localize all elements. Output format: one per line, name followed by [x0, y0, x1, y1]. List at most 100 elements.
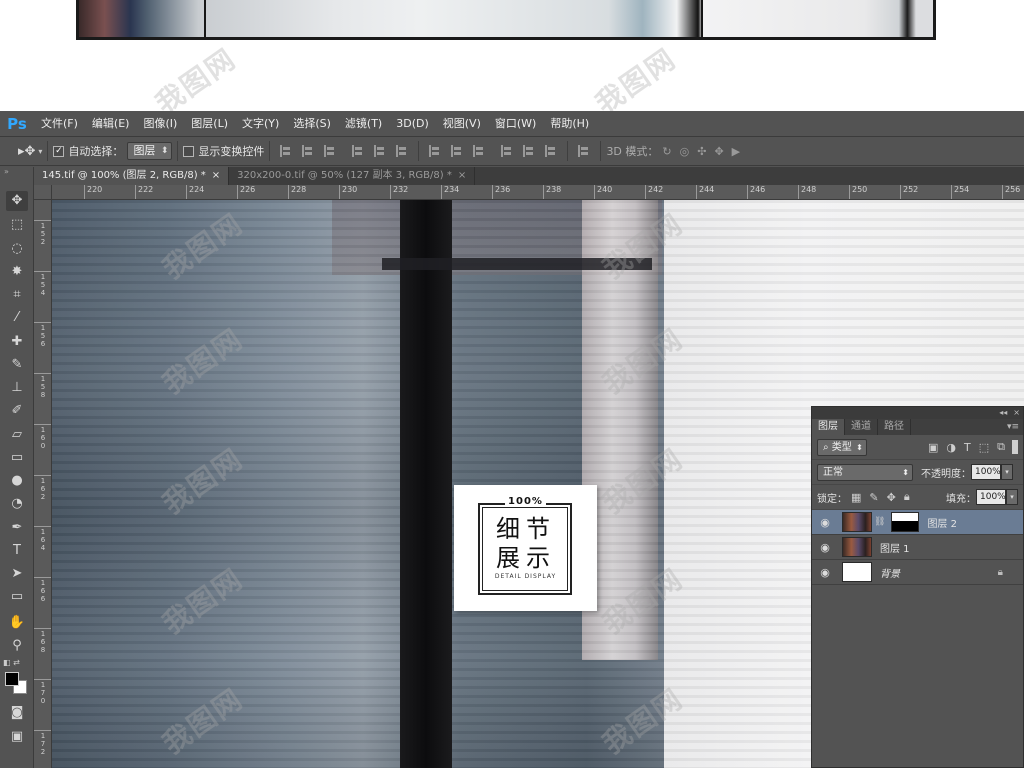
- lock-position-icon[interactable]: ✥: [887, 491, 896, 504]
- visibility-eye-icon[interactable]: ◉: [812, 566, 838, 579]
- horizontal-ruler[interactable]: 220 222 224 226 228 230 232 234 236 238 240 242 244 2…: [52, 185, 1024, 200]
- tab-channels[interactable]: 通道: [845, 419, 878, 435]
- hand-tool-icon[interactable]: ✋: [6, 613, 28, 633]
- roll-3d-icon[interactable]: ◎: [680, 145, 690, 158]
- move-tool-icon[interactable]: ✥: [6, 191, 28, 211]
- distribute-left-icon[interactable]: [501, 145, 513, 157]
- filter-type-icon[interactable]: T: [964, 441, 971, 454]
- menu-file[interactable]: 文件(F): [34, 111, 85, 136]
- filter-toggle[interactable]: [1012, 440, 1018, 454]
- move-tool-preset-icon[interactable]: ▸✥: [18, 144, 35, 159]
- layer-row-background[interactable]: ◉ 背景 🔒︎: [812, 560, 1023, 585]
- tab-paths[interactable]: 路径: [878, 419, 911, 435]
- lasso-tool-icon[interactable]: ◌: [6, 239, 28, 259]
- opacity-dropdown[interactable]: ▾: [1001, 464, 1013, 480]
- align-bottom-icon[interactable]: [324, 145, 336, 157]
- menu-window[interactable]: 窗口(W): [488, 111, 543, 136]
- layer-mask-thumbnail[interactable]: [891, 512, 920, 532]
- path-selection-tool-icon[interactable]: ➤: [6, 564, 28, 584]
- menu-layer[interactable]: 图层(L): [184, 111, 235, 136]
- collapse-icon[interactable]: »: [4, 167, 9, 176]
- menu-view[interactable]: 视图(V): [436, 111, 488, 136]
- distribute-right-icon[interactable]: [545, 145, 557, 157]
- menu-edit[interactable]: 编辑(E): [85, 111, 137, 136]
- layer-name[interactable]: 背景: [880, 565, 900, 580]
- auto-select-dropdown[interactable]: 图层: [127, 142, 173, 160]
- eyedropper-tool-icon[interactable]: ⁄: [6, 308, 28, 328]
- layer-name[interactable]: 图层 2: [927, 515, 957, 530]
- eraser-tool-icon[interactable]: ▱: [6, 425, 28, 445]
- rectangle-tool-icon[interactable]: ▭: [6, 587, 28, 607]
- align-right-icon[interactable]: [396, 145, 408, 157]
- fill-field[interactable]: 100%: [976, 489, 1006, 505]
- magic-wand-tool-icon[interactable]: ✸: [6, 262, 28, 282]
- layer-filter-dropdown[interactable]: ⌕ 类型: [817, 438, 867, 456]
- pen-tool-icon[interactable]: ✒: [6, 518, 28, 538]
- align-hcenter-icon[interactable]: [374, 145, 386, 157]
- filter-smart-object-icon[interactable]: ⧉: [997, 440, 1005, 454]
- layer-name[interactable]: 图层 1: [880, 540, 910, 555]
- mask-link-icon[interactable]: ⛓: [874, 517, 885, 527]
- close-icon[interactable]: ×: [458, 170, 466, 181]
- lock-image-icon[interactable]: ✎: [869, 491, 878, 504]
- lock-transparent-icon[interactable]: ▦: [851, 491, 861, 504]
- opacity-field[interactable]: 100%: [971, 464, 1001, 480]
- default-colors-icon[interactable]: ◧ ⇄: [3, 658, 20, 667]
- healing-brush-tool-icon[interactable]: ✚: [6, 332, 28, 352]
- close-icon[interactable]: ×: [212, 170, 220, 181]
- menu-type[interactable]: 文字(Y): [235, 111, 286, 136]
- close-icon[interactable]: ×: [1013, 407, 1020, 419]
- tab-document-145[interactable]: 145.tif @ 100% (图层 2, RGB/8) * ×: [34, 167, 230, 185]
- align-left-icon[interactable]: [352, 145, 364, 157]
- crop-tool-icon[interactable]: ⌗: [6, 285, 28, 305]
- type-tool-icon[interactable]: T: [6, 541, 28, 561]
- stamp-tool-icon[interactable]: ⊥: [6, 378, 28, 398]
- filter-shape-icon[interactable]: ⬚: [979, 441, 989, 454]
- orbit-3d-icon[interactable]: ↻: [662, 145, 671, 158]
- panel-menu-icon[interactable]: ▾≡: [1007, 419, 1023, 435]
- menu-filter[interactable]: 滤镜(T): [338, 111, 389, 136]
- marquee-tool-icon[interactable]: ⬚: [6, 215, 28, 235]
- align-top-icon[interactable]: [280, 145, 292, 157]
- fill-dropdown[interactable]: ▾: [1006, 489, 1018, 505]
- align-vcenter-icon[interactable]: [302, 145, 314, 157]
- tab-layers[interactable]: 图层: [812, 419, 845, 435]
- slide-3d-icon[interactable]: ✥: [714, 145, 723, 158]
- menu-image[interactable]: 图像(I): [136, 111, 184, 136]
- gradient-tool-icon[interactable]: ▭: [6, 448, 28, 468]
- zoom-tool-icon[interactable]: ⚲: [6, 636, 28, 656]
- ruler-tick-label: 246: [747, 185, 765, 199]
- blur-tool-icon[interactable]: ●: [6, 471, 28, 491]
- visibility-eye-icon[interactable]: ◉: [812, 541, 838, 554]
- detail-display-badge[interactable]: 100% 细节 展示 DETAIL DISPLAY: [454, 485, 597, 611]
- foreground-color-swatch[interactable]: [5, 672, 19, 686]
- brush-tool-icon[interactable]: ✎: [6, 355, 28, 375]
- chevron-down-icon[interactable]: ▾: [38, 147, 42, 156]
- quick-mask-icon[interactable]: ◙: [6, 703, 28, 723]
- menu-3d[interactable]: 3D(D): [389, 111, 436, 136]
- distribute-hcenter-icon[interactable]: [523, 145, 535, 157]
- filter-pixel-icon[interactable]: ▣: [928, 441, 938, 454]
- layer-row-layer-1[interactable]: ◉ 图层 1: [812, 535, 1023, 560]
- menu-select[interactable]: 选择(S): [286, 111, 338, 136]
- distribute-bottom-icon[interactable]: [473, 145, 485, 157]
- lock-all-icon[interactable]: 🔒︎: [904, 490, 910, 504]
- auto-select-checkbox[interactable]: ✓: [53, 145, 65, 157]
- menu-help[interactable]: 帮助(H): [543, 111, 596, 136]
- visibility-eye-icon[interactable]: ◉: [812, 516, 838, 529]
- layer-row-layer-2[interactable]: ◉ ⛓ 图层 2: [812, 510, 1023, 535]
- distribute-vcenter-icon[interactable]: [451, 145, 463, 157]
- distribute-top-icon[interactable]: [429, 145, 441, 157]
- pan-3d-icon[interactable]: ✣: [697, 145, 706, 158]
- filter-adjustment-icon[interactable]: ◑: [946, 441, 956, 454]
- blend-mode-dropdown[interactable]: 正常: [817, 463, 913, 481]
- vertical-ruler[interactable]: 152 154 156 158 160 162 164 166 168 170 172: [34, 200, 52, 768]
- tab-document-320x200[interactable]: 320x200-0.tif @ 50% (127 副本 3, RGB/8) * ×: [229, 167, 476, 185]
- scale-3d-icon[interactable]: ▶: [732, 145, 740, 158]
- show-transform-checkbox[interactable]: [183, 145, 195, 157]
- screen-mode-icon[interactable]: ▣: [6, 727, 28, 747]
- collapse-panel-icon[interactable]: ◂◂: [999, 407, 1007, 419]
- history-brush-tool-icon[interactable]: ✐: [6, 401, 28, 421]
- dodge-tool-icon[interactable]: ◔: [6, 494, 28, 514]
- auto-align-icon[interactable]: [578, 145, 590, 157]
